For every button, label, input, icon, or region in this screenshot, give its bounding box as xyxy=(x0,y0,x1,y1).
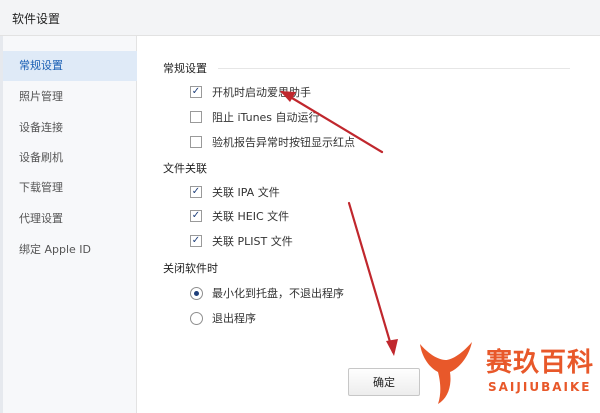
sidebar-item-device-flash[interactable]: 设备刷机 xyxy=(3,143,137,173)
check-icon[interactable]: ✓ xyxy=(190,86,202,98)
sidebar-item-downloads[interactable]: 下载管理 xyxy=(3,173,137,203)
checkbox[interactable] xyxy=(190,111,202,123)
radio-button[interactable] xyxy=(190,311,203,325)
option-assoc-ipa[interactable]: ✓ 关联 IPA 文件 xyxy=(190,184,280,200)
option-label: 最小化到托盘，不退出程序 xyxy=(212,287,344,300)
option-label: 退出程序 xyxy=(212,312,256,325)
check-icon[interactable]: ✓ xyxy=(190,235,202,247)
option-label: 验机报告异常时按钮显示红点 xyxy=(212,136,355,149)
watermark: 赛玖百科 SAIJIUBAIKE xyxy=(408,330,600,413)
sidebar-item-apple-id[interactable]: 绑定 Apple ID xyxy=(3,235,137,265)
radio-dot-icon xyxy=(194,290,199,296)
title-bar: 软件设置 xyxy=(0,0,600,36)
radio-button[interactable] xyxy=(190,286,203,300)
option-report-red-dot[interactable]: 验机报告异常时按钮显示红点 xyxy=(190,134,355,150)
option-label: 阻止 iTunes 自动运行 xyxy=(212,111,320,124)
option-minimize-tray[interactable]: 最小化到托盘，不退出程序 xyxy=(190,285,344,301)
section-title-close: 关闭软件时 xyxy=(163,262,218,275)
window-title: 软件设置 xyxy=(12,12,61,26)
sidebar-item-proxy[interactable]: 代理设置 xyxy=(3,204,137,234)
check-icon[interactable]: ✓ xyxy=(190,210,202,222)
whale-tail-logo xyxy=(420,342,472,404)
arrowhead-confirm xyxy=(386,339,398,356)
sidebar-item-photos[interactable]: 照片管理 xyxy=(3,82,137,112)
option-label: 关联 PLIST 文件 xyxy=(212,235,293,248)
option-block-itunes[interactable]: 阻止 iTunes 自动运行 xyxy=(190,109,320,125)
section-title-general: 常规设置 xyxy=(163,62,207,75)
sidebar-item-device-connection[interactable]: 设备连接 xyxy=(3,113,137,143)
sidebar-item-general[interactable]: 常规设置 xyxy=(3,51,137,81)
option-autostart[interactable]: ✓ 开机时启动爱思助手 xyxy=(190,84,311,100)
annotation-arrow-confirm xyxy=(347,201,395,354)
watermark-cn: 赛玖百科 xyxy=(486,348,595,378)
option-exit-program[interactable]: 退出程序 xyxy=(190,310,256,326)
option-label: 关联 IPA 文件 xyxy=(212,186,280,199)
option-label: 关联 HEIC 文件 xyxy=(212,210,290,223)
option-assoc-heic[interactable]: ✓ 关联 HEIC 文件 xyxy=(190,208,289,224)
option-label: 开机时启动爱思助手 xyxy=(212,86,311,99)
section-divider xyxy=(218,68,570,69)
section-title-file-assoc: 文件关联 xyxy=(163,162,207,175)
checkbox[interactable] xyxy=(190,136,202,148)
option-assoc-plist[interactable]: ✓ 关联 PLIST 文件 xyxy=(190,233,293,249)
watermark-en: SAIJIUBAIKE xyxy=(488,380,592,394)
check-icon[interactable]: ✓ xyxy=(190,186,202,198)
